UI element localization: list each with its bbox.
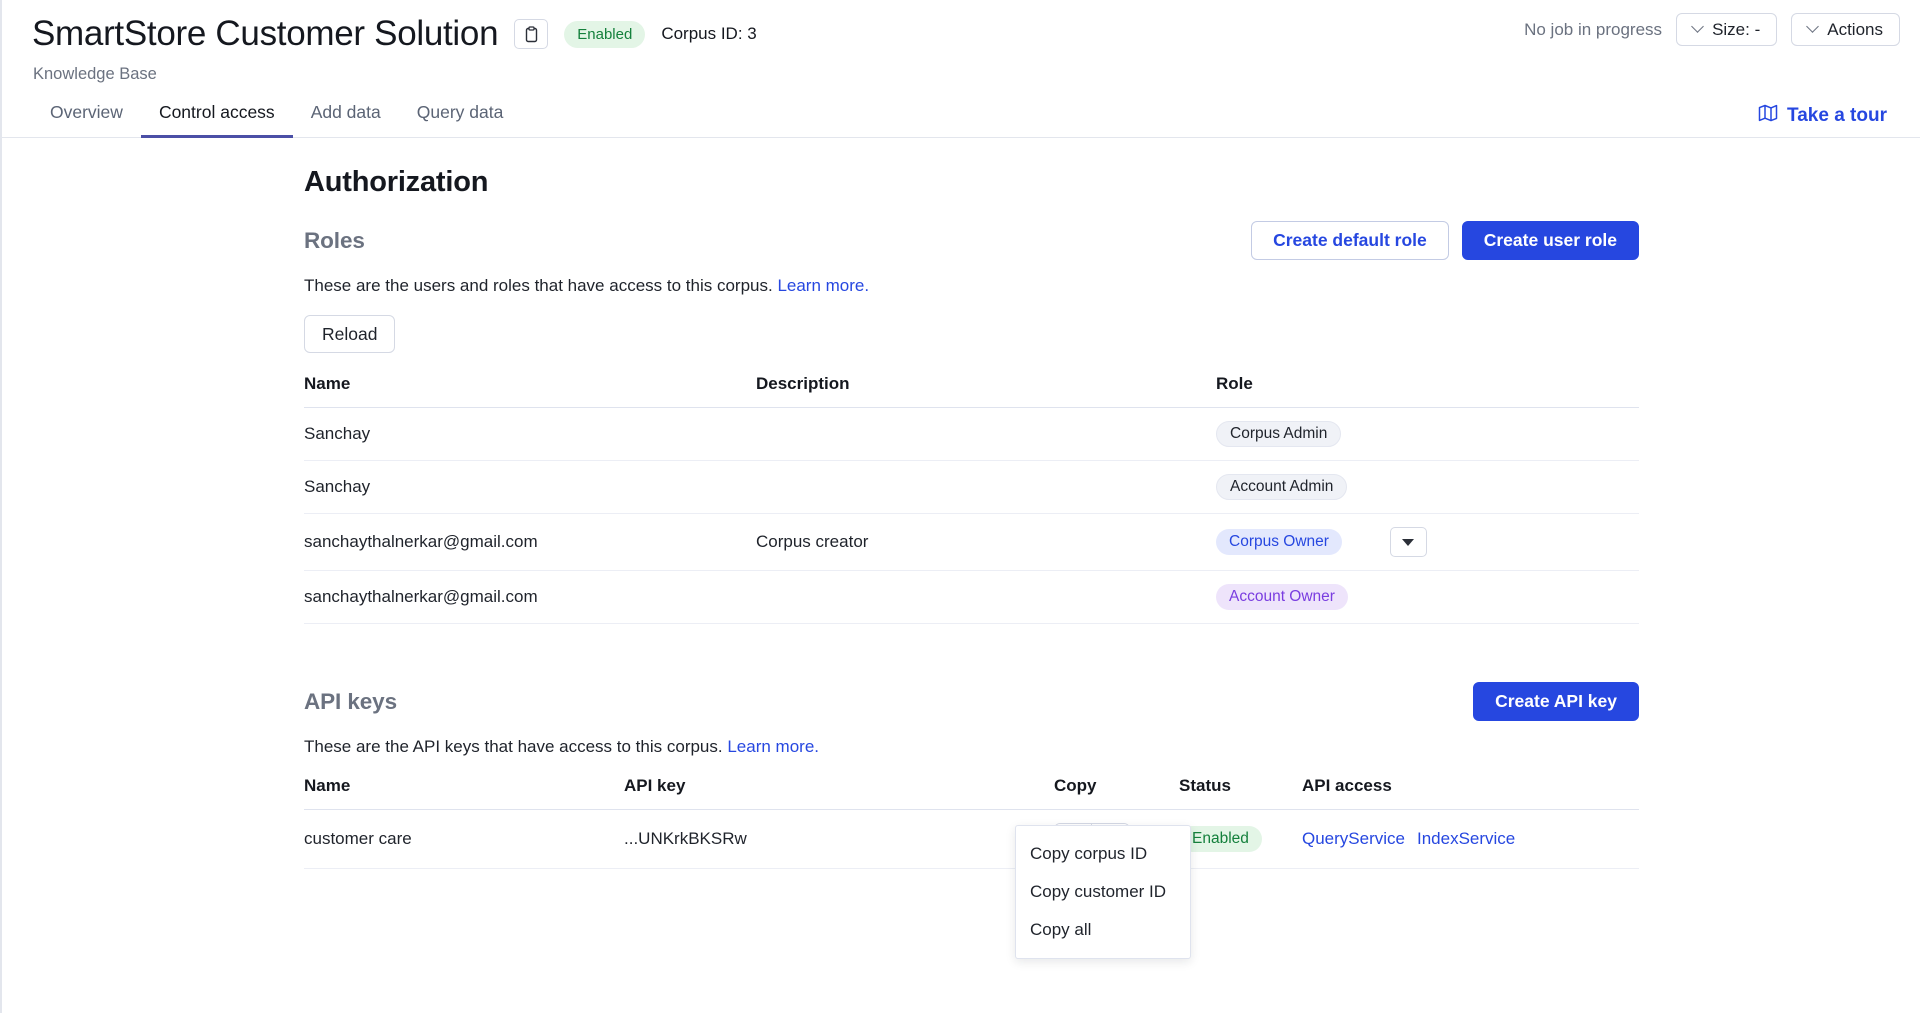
api-keys-header-row: API keys Create API key [304, 682, 1639, 721]
role-row-role-cell: Corpus Admin [1216, 408, 1639, 461]
api-col-status: Status [1179, 776, 1302, 810]
create-default-role-button[interactable]: Create default role [1251, 221, 1449, 260]
tab-query-data[interactable]: Query data [399, 102, 522, 138]
role-row-description [756, 571, 1216, 624]
roles-table: Name Description Role Sanchay Corpus Adm… [304, 374, 1639, 624]
status-badge: Enabled [1179, 826, 1262, 852]
role-row-name: sanchaythalnerkar@gmail.com [304, 571, 756, 624]
api-row-key: ...UNKrkBKSRw [624, 810, 1054, 869]
api-row-status-cell: Enabled [1179, 810, 1302, 869]
chevron-down-icon [1806, 20, 1819, 33]
roles-table-header-row: Name Description Role [304, 374, 1639, 408]
api-keys-help-text: These are the API keys that have access … [304, 737, 1639, 757]
size-dropdown-label: Size: - [1712, 20, 1760, 40]
api-col-key: API key [624, 776, 1054, 810]
query-service-link[interactable]: QueryService [1302, 829, 1405, 849]
api-keys-title: API keys [304, 689, 397, 715]
role-badge: Account Owner [1216, 584, 1348, 610]
tabs-bar: Overview Control access Add data Query d… [2, 96, 1920, 138]
roles-col-name: Name [304, 374, 756, 408]
take-a-tour-link[interactable]: Take a tour [1758, 104, 1887, 128]
header-actions: No job in progress Size: - Actions [1524, 13, 1900, 46]
corpus-id-label: Corpus ID: 3 [661, 24, 756, 44]
tab-control-access[interactable]: Control access [141, 102, 293, 138]
role-row-name: Sanchay [304, 461, 756, 514]
create-user-role-button[interactable]: Create user role [1462, 221, 1639, 260]
api-keys-section: API keys Create API key These are the AP… [304, 682, 1639, 869]
role-badge: Corpus Admin [1216, 421, 1341, 447]
role-row-role-cell: Account Owner [1216, 571, 1639, 624]
chevron-down-icon [1691, 20, 1704, 33]
app-root: SmartStore Customer Solution Enabled Cor… [0, 0, 1920, 1013]
api-col-access: API access [1302, 776, 1639, 810]
page-title: SmartStore Customer Solution [32, 12, 498, 56]
actions-dropdown-label: Actions [1827, 20, 1883, 40]
caret-down-icon [1402, 539, 1414, 546]
api-keys-table: Name API key Copy Status API access cust… [304, 776, 1639, 869]
api-row-name: customer care [304, 810, 624, 869]
authorization-panel: Authorization Roles Create default role … [304, 166, 1639, 869]
table-row: Sanchay Account Admin [304, 461, 1639, 514]
page-subtitle: Knowledge Base [33, 65, 1888, 84]
role-row-description [756, 461, 1216, 514]
role-row-role-cell: Corpus Owner [1216, 514, 1639, 571]
roles-col-role: Role [1216, 374, 1639, 408]
create-api-key-button[interactable]: Create API key [1473, 682, 1639, 721]
tab-add-data[interactable]: Add data [293, 102, 399, 138]
menu-item-copy-customer-id[interactable]: Copy customer ID [1016, 873, 1190, 911]
role-badge: Corpus Owner [1216, 529, 1342, 555]
copy-title-button[interactable] [514, 19, 548, 49]
roles-col-description: Description [756, 374, 1216, 408]
roles-title: Roles [304, 228, 365, 254]
roles-learn-more-link[interactable]: Learn more. [777, 276, 869, 295]
role-row-menu-button[interactable] [1390, 527, 1427, 557]
api-col-copy: Copy [1054, 776, 1179, 810]
tab-overview[interactable]: Overview [32, 102, 141, 138]
roles-help-text: These are the users and roles that have … [304, 276, 1639, 296]
role-row-description [756, 408, 1216, 461]
index-service-link[interactable]: IndexService [1417, 829, 1515, 849]
actions-dropdown-button[interactable]: Actions [1791, 13, 1900, 46]
reload-button[interactable]: Reload [304, 315, 395, 353]
roles-help-sentence: These are the users and roles that have … [304, 276, 773, 295]
menu-item-copy-corpus-id[interactable]: Copy corpus ID [1016, 835, 1190, 873]
role-badge: Account Admin [1216, 474, 1347, 500]
api-keys-buttons: Create API key [1473, 682, 1639, 721]
role-row-description: Corpus creator [756, 514, 1216, 571]
api-row-access-cell: QueryService IndexService [1302, 810, 1639, 869]
table-row: customer care ...UNKrkBKSRw [304, 810, 1639, 869]
roles-buttons: Create default role Create user role [1251, 221, 1639, 260]
roles-header-row: Roles Create default role Create user ro… [304, 221, 1639, 260]
map-icon [1758, 104, 1778, 128]
status-badge: Enabled [564, 21, 645, 48]
api-keys-learn-more-link[interactable]: Learn more. [727, 737, 819, 756]
api-keys-help-sentence: These are the API keys that have access … [304, 737, 723, 756]
job-status-label: No job in progress [1524, 20, 1662, 40]
api-keys-table-header-row: Name API key Copy Status API access [304, 776, 1639, 810]
size-dropdown-button[interactable]: Size: - [1676, 13, 1777, 46]
role-row-name: Sanchay [304, 408, 756, 461]
role-row-name: sanchaythalnerkar@gmail.com [304, 514, 756, 571]
table-row: sanchaythalnerkar@gmail.com Account Owne… [304, 571, 1639, 624]
api-col-name: Name [304, 776, 624, 810]
page-section-title: Authorization [304, 166, 1639, 199]
role-row-role-cell: Account Admin [1216, 461, 1639, 514]
take-a-tour-label: Take a tour [1787, 105, 1887, 127]
main-content: Authorization Roles Create default role … [2, 138, 1920, 869]
page-header: SmartStore Customer Solution Enabled Cor… [2, 0, 1920, 96]
table-row: Sanchay Corpus Admin [304, 408, 1639, 461]
table-row: sanchaythalnerkar@gmail.com Corpus creat… [304, 514, 1639, 571]
clipboard-icon [524, 26, 539, 43]
menu-item-copy-all[interactable]: Copy all [1016, 911, 1190, 949]
copy-options-menu: Copy corpus ID Copy customer ID Copy all [1015, 825, 1191, 959]
